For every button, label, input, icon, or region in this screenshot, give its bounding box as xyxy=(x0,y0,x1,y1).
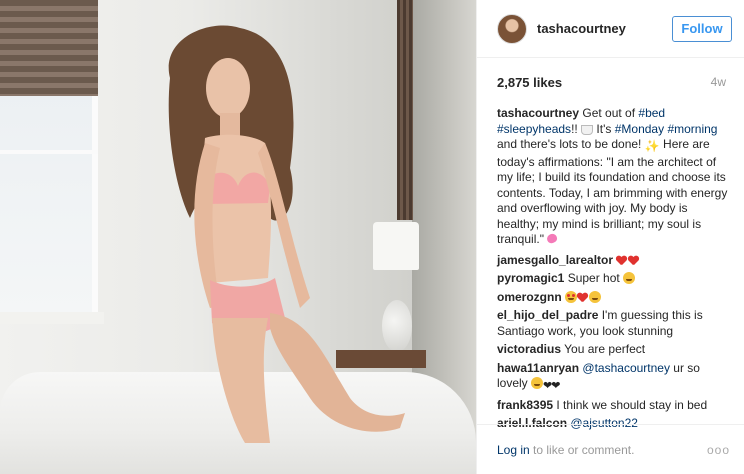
comment-username[interactable]: frank8395 xyxy=(497,398,553,412)
wink-emoji-icon xyxy=(531,377,544,389)
likes-count[interactable]: 2,875 likes xyxy=(497,75,562,90)
post-photo[interactable] xyxy=(0,0,476,474)
post-sidebar: tashacourtney Follow 2,875 likes 4w tash… xyxy=(476,0,744,474)
comment-username[interactable]: victoradius xyxy=(497,342,561,356)
comment-text: I think we should stay in bed xyxy=(556,397,708,412)
avatar[interactable] xyxy=(497,13,527,44)
caption-text: It's xyxy=(593,121,615,136)
comment: jamesgallo_larealtor xyxy=(497,253,732,269)
comment-username[interactable]: omerozgnn xyxy=(497,290,562,304)
comment: frank8395 I think we should stay in bed xyxy=(497,398,732,414)
kiss-emoji-icon xyxy=(589,290,602,303)
pink-heart-emoji-icon xyxy=(547,234,559,245)
caption-text: and there's lots to be done! xyxy=(497,137,645,151)
comment-username[interactable]: el_hijo_del_padre xyxy=(497,308,598,322)
hashtag-bed[interactable]: #bed xyxy=(638,106,665,120)
sparkles-emoji-icon: ✨ xyxy=(644,139,660,153)
caption-text: Get out of xyxy=(579,106,639,120)
post-footer: Log in to like or comment. ooo xyxy=(477,424,744,474)
comment: pyromagic1 Super hot xyxy=(497,271,732,287)
black-hearts-emoji-icon: ❤❤ xyxy=(543,380,560,392)
comment-username[interactable]: pyromagic1 xyxy=(497,271,564,285)
follow-button[interactable]: Follow xyxy=(672,15,732,42)
caption-username[interactable]: tashacourtney xyxy=(497,106,579,120)
comment: victoradius You are perfect xyxy=(497,342,732,358)
post-age[interactable]: 4w xyxy=(711,75,726,89)
caption-text: !! xyxy=(571,121,582,136)
heart-eyes-emoji-icon xyxy=(565,290,578,303)
red-heart-emoji-icon xyxy=(628,256,639,266)
window-blind xyxy=(0,0,98,96)
red-heart-emoji-icon xyxy=(616,256,627,266)
post-stats: 2,875 likes 4w xyxy=(477,58,744,106)
caption-text: Here are today's affirmations: "I am the… xyxy=(497,137,728,246)
comment-text: Super hot xyxy=(567,271,620,285)
more-options-icon[interactable]: ooo xyxy=(707,443,730,457)
window-sill xyxy=(0,312,104,324)
comment-text: You are perfect xyxy=(564,342,646,356)
woman-figure xyxy=(168,25,405,443)
hashtag-morning[interactable]: #morning xyxy=(667,122,717,136)
window xyxy=(0,0,98,318)
comment-username[interactable]: hawa11anryan xyxy=(497,361,579,375)
comment: hawa11anryan @tashacourtney ur so lovely… xyxy=(497,361,732,395)
smiley-emoji-icon xyxy=(623,272,636,284)
mention-link[interactable]: @tashacourtney xyxy=(582,361,670,375)
hashtag-sleepyheads[interactable]: #sleepyheads xyxy=(497,122,571,136)
login-prompt: Log in to like or comment. xyxy=(497,443,634,457)
comment: omerozgnn xyxy=(497,290,732,306)
login-prompt-text: to like or comment. xyxy=(529,442,635,457)
comment: el_hijo_del_padre I'm guessing this is S… xyxy=(497,308,732,339)
red-heart-emoji-icon xyxy=(577,293,588,303)
comment-list: tashacourtney Get out of #bed #sleepyhea… xyxy=(477,106,744,432)
author-username[interactable]: tashacourtney xyxy=(537,21,672,36)
login-link[interactable]: Log in xyxy=(497,443,530,457)
window-frame xyxy=(0,150,98,154)
comment-username[interactable]: jamesgallo_larealtor xyxy=(497,253,613,267)
coffee-emoji-icon xyxy=(581,124,594,135)
post-header: tashacourtney Follow xyxy=(477,0,744,58)
hashtag-monday[interactable]: #Monday xyxy=(615,122,664,136)
caption: tashacourtney Get out of #bed #sleepyhea… xyxy=(497,106,732,248)
